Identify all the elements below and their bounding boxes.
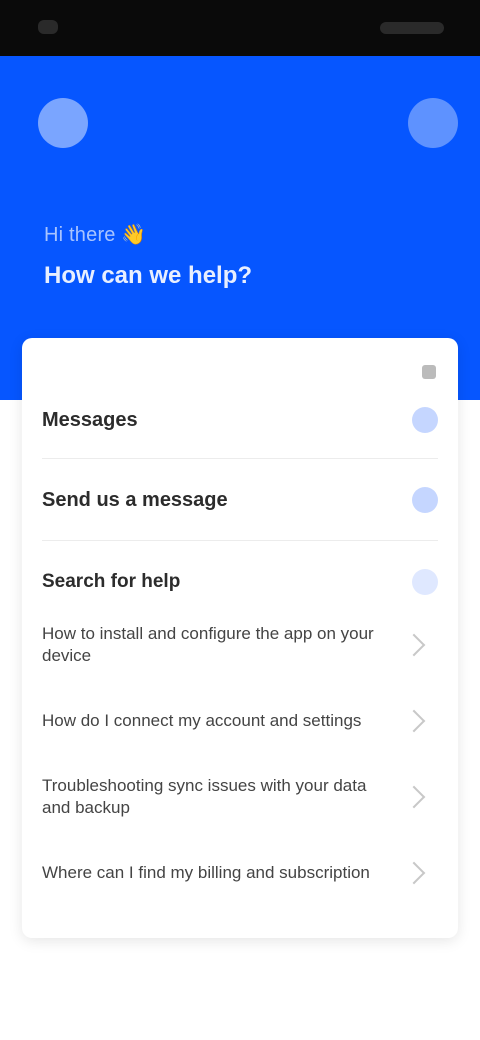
greeting: Hi there 👋 (44, 222, 147, 246)
greeting-text: Hi there 👋 (44, 223, 147, 246)
status-time (38, 20, 58, 34)
card-top (44, 360, 436, 384)
chevron-right-icon (422, 365, 436, 379)
messages-row[interactable]: Messages (42, 390, 438, 450)
chevron-right-icon (402, 785, 426, 809)
chevron-right-icon (402, 861, 426, 885)
search-help-row[interactable]: Search for help (42, 560, 438, 604)
help-icon[interactable] (408, 98, 458, 148)
message-icon (412, 487, 438, 513)
status-bar (0, 0, 480, 56)
send-icon (412, 407, 438, 433)
divider (42, 458, 438, 459)
faq-item[interactable]: Troubleshooting sync issues with your da… (42, 762, 438, 832)
divider (42, 540, 438, 541)
faq-text: Troubleshooting sync issues with your da… (42, 776, 367, 817)
faq-text: Where can I find my billing and subscrip… (42, 863, 370, 882)
search-icon (412, 569, 438, 595)
home-card: Messages Send us a message Search for he… (22, 338, 458, 938)
headline: How can we help? (44, 262, 253, 289)
messages-title: Messages (42, 408, 138, 431)
chevron-right-icon (402, 709, 426, 733)
faq-item[interactable]: How to install and configure the app on … (42, 610, 438, 680)
status-icons (380, 22, 444, 34)
search-help-title: Search for help (42, 571, 181, 592)
chevron-right-icon (402, 633, 426, 657)
faq-text: How do I connect my account and settings (42, 711, 362, 730)
faq-text: How to install and configure the app on … (42, 624, 374, 665)
send-message-title: Send us a message (42, 488, 228, 511)
faq-item[interactable]: How do I connect my account and settings (42, 686, 438, 756)
avatar[interactable] (38, 98, 88, 148)
send-message-row[interactable]: Send us a message (42, 470, 438, 530)
faq-item[interactable]: Where can I find my billing and subscrip… (42, 838, 438, 908)
